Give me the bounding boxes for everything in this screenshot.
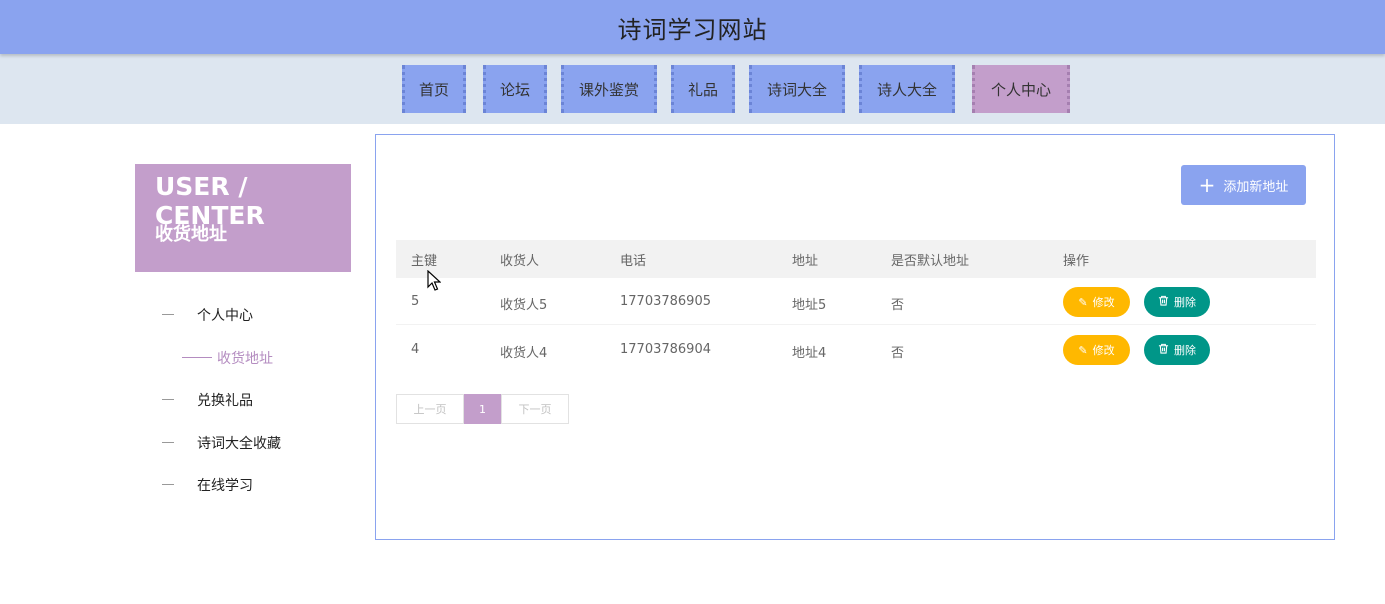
- nav-poets[interactable]: 诗人大全: [859, 65, 955, 113]
- add-address-button[interactable]: + 添加新地址: [1181, 165, 1306, 205]
- table-cell-receiver: 收货人4: [500, 346, 548, 361]
- sidebar-item-address[interactable]: 收货地址: [217, 348, 273, 368]
- add-address-label: 添加新地址: [1223, 179, 1289, 195]
- edit-label: 修改: [1092, 344, 1115, 357]
- table-cell-id: 4: [411, 342, 420, 357]
- sidebar-item-online-learning[interactable]: 在线学习: [197, 475, 253, 495]
- delete-button[interactable]: 删除: [1144, 287, 1210, 317]
- sidebar-item-gifts[interactable]: 兑换礼品: [197, 390, 253, 410]
- table-cell-phone: 17703786905: [620, 294, 711, 309]
- sidebar-item-poem-favorites[interactable]: 诗词大全收藏: [197, 433, 281, 453]
- menu-dash: [162, 442, 174, 443]
- edit-button[interactable]: ✎ 修改: [1063, 287, 1130, 317]
- next-page-button[interactable]: 下一页: [501, 394, 569, 424]
- edit-label: 修改: [1092, 296, 1115, 309]
- main-nav: 首页 论坛 课外鉴赏 礼品 诗词大全 诗人大全 个人中心: [0, 54, 1385, 124]
- row-divider: [396, 324, 1316, 325]
- table-cell-address: 地址5: [792, 298, 827, 313]
- sidebar-item-user-center[interactable]: 个人中心: [197, 305, 253, 325]
- nav-home[interactable]: 首页: [402, 65, 466, 113]
- table-cell-default: 否: [891, 346, 905, 361]
- delete-button[interactable]: 删除: [1144, 335, 1210, 365]
- column-header-phone: 电话: [620, 254, 647, 269]
- column-header-id: 主键: [411, 254, 438, 269]
- trash-icon: [1158, 343, 1169, 357]
- menu-dash: [162, 399, 174, 400]
- site-title: 诗词学习网站: [617, 15, 768, 44]
- menu-active-dash: [182, 357, 212, 358]
- nav-forum[interactable]: 论坛: [483, 65, 547, 113]
- table-cell-receiver: 收货人5: [500, 298, 548, 313]
- menu-dash: [162, 314, 174, 315]
- nav-gifts[interactable]: 礼品: [671, 65, 735, 113]
- table-cell-address: 地址4: [792, 346, 827, 361]
- table-cell-id: 5: [411, 294, 420, 309]
- column-header-default: 是否默认地址: [891, 254, 970, 269]
- delete-label: 删除: [1174, 344, 1196, 357]
- pencil-icon: ✎: [1078, 295, 1088, 309]
- table-cell-default: 否: [891, 298, 905, 313]
- menu-dash: [162, 484, 174, 485]
- nav-user-center[interactable]: 个人中心: [972, 65, 1070, 113]
- page-number-button[interactable]: 1: [464, 394, 501, 424]
- site-header: 诗词学习网站: [0, 0, 1385, 54]
- pagination: 上一页 1 下一页: [396, 394, 569, 424]
- trash-icon: [1158, 295, 1169, 309]
- prev-page-button[interactable]: 上一页: [396, 394, 464, 424]
- sidebar-banner-subtitle: 收货地址: [155, 224, 227, 245]
- pencil-icon: ✎: [1078, 343, 1088, 357]
- table-cell-phone: 17703786904: [620, 342, 711, 357]
- column-header-receiver: 收货人: [500, 254, 540, 269]
- nav-poems[interactable]: 诗词大全: [749, 65, 845, 113]
- delete-label: 删除: [1174, 296, 1196, 309]
- edit-button[interactable]: ✎ 修改: [1063, 335, 1130, 365]
- address-panel: + 添加新地址 主键 收货人 电话 地址 是否默认地址 操作 5 收货人5 17…: [375, 134, 1335, 540]
- column-header-address: 地址: [792, 254, 819, 269]
- column-header-actions: 操作: [1063, 254, 1090, 269]
- sidebar-banner: USER / CENTER 收货地址: [135, 164, 351, 272]
- nav-appreciation[interactable]: 课外鉴赏: [561, 65, 657, 113]
- plus-icon: +: [1198, 173, 1216, 197]
